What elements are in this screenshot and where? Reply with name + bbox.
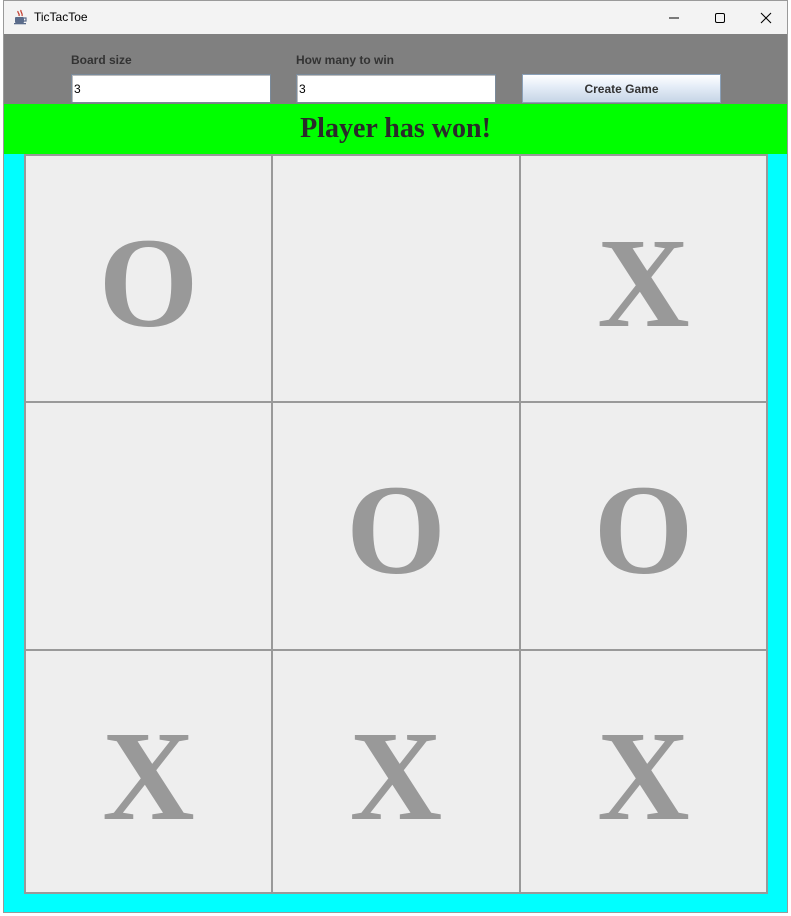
win-count-input[interactable] <box>296 74 496 103</box>
minimize-icon <box>669 17 679 18</box>
win-count-label: How many to win <box>296 53 395 67</box>
board-cell-2-2[interactable]: X <box>519 649 768 894</box>
board-cell-1-1[interactable]: O <box>271 401 521 651</box>
board-size-label: Board size <box>71 53 132 67</box>
board-cell-1-0[interactable] <box>24 401 273 651</box>
board-cell-2-1[interactable]: X <box>271 649 521 894</box>
board-cell-0-0[interactable]: O <box>24 154 273 403</box>
status-message: Player has won! <box>300 113 491 144</box>
window-title: TicTacToe <box>34 10 88 24</box>
status-banner: Player has won! <box>4 104 787 154</box>
board-cell-1-2[interactable]: O <box>519 401 768 651</box>
cell-mark: X <box>349 704 443 847</box>
board-cell-0-1[interactable] <box>271 154 521 403</box>
cell-mark: O <box>346 459 446 601</box>
title-bar[interactable]: TicTacToe <box>4 1 787 34</box>
create-game-button[interactable]: Create Game <box>522 74 721 103</box>
close-icon <box>760 12 772 23</box>
board-cell-2-0[interactable]: X <box>24 649 273 894</box>
cell-mark: O <box>98 211 199 354</box>
cell-mark: X <box>597 211 690 354</box>
close-button[interactable] <box>743 1 787 34</box>
app-window: TicTacToe Board size How many to win Cre… <box>3 0 788 913</box>
settings-panel: Board size How many to win Create Game <box>4 34 787 104</box>
board-cell-0-2[interactable]: X <box>519 154 768 403</box>
cell-mark: X <box>597 704 690 847</box>
cell-mark: O <box>593 459 694 601</box>
cell-mark: X <box>102 704 195 847</box>
game-board: O X O O X X X <box>24 154 768 894</box>
java-cup-icon <box>12 9 28 25</box>
board-size-input[interactable] <box>71 74 271 103</box>
maximize-button[interactable] <box>697 1 743 34</box>
minimize-button[interactable] <box>651 1 697 34</box>
maximize-icon <box>715 12 725 23</box>
